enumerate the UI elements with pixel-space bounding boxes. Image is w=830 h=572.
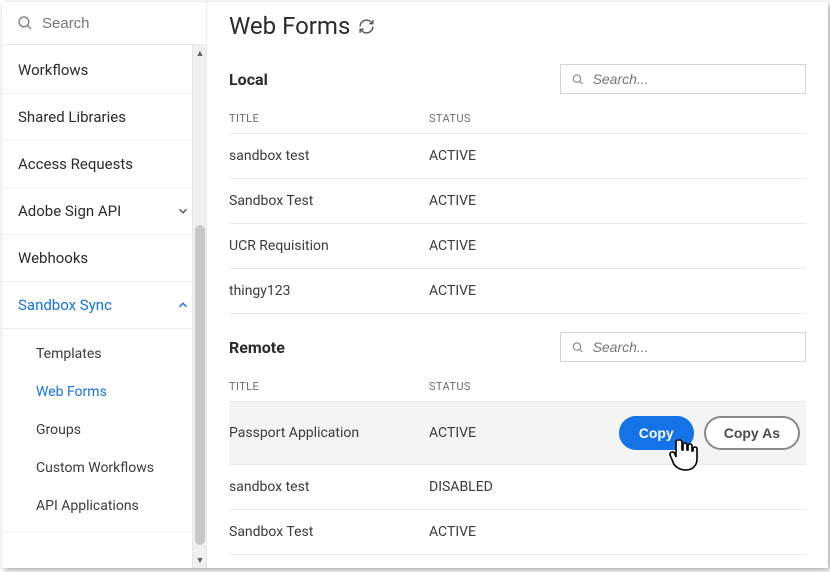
sub-item-api-applications[interactable]: API Applications <box>2 487 206 525</box>
col-header-title: TITLE <box>229 380 429 393</box>
table-row[interactable]: UCR Requisition ACTIVE <box>229 224 806 269</box>
cell-title: Passport Application <box>229 425 429 441</box>
local-search-input[interactable] <box>593 71 795 87</box>
search-icon <box>16 14 34 32</box>
nav-label: Shared Libraries <box>18 108 126 126</box>
nav-label: Webhooks <box>18 249 88 267</box>
nav-label: Access Requests <box>18 155 133 173</box>
col-header-status: STATUS <box>429 380 549 393</box>
app-window: Workflows Shared Libraries Access Reques… <box>2 2 828 568</box>
nav-item-access-requests[interactable]: Access Requests <box>2 141 206 188</box>
nav-label: Sandbox Sync <box>18 296 112 314</box>
remote-search[interactable] <box>560 332 806 362</box>
cell-title: UCR Requisition <box>229 238 429 254</box>
refresh-icon[interactable] <box>358 18 375 35</box>
nav-label: Workflows <box>18 61 88 79</box>
nav-item-shared-libraries[interactable]: Shared Libraries <box>2 94 206 141</box>
table-row[interactable]: sandbox test ACTIVE <box>229 134 806 179</box>
local-section-title: Local <box>229 70 268 89</box>
sidebar-scrollbar[interactable]: ▲ ▼ <box>192 45 206 568</box>
table-row[interactable]: Sandbox Test ACTIVE <box>229 510 806 555</box>
sub-item-custom-workflows[interactable]: Custom Workflows <box>2 449 206 487</box>
cell-status: ACTIVE <box>429 238 549 254</box>
page-title-text: Web Forms <box>229 12 350 40</box>
scroll-down-arrow-icon[interactable]: ▼ <box>193 552 206 568</box>
cell-status: ACTIVE <box>429 524 549 540</box>
remote-section-title: Remote <box>229 338 285 357</box>
cell-status: ACTIVE <box>429 148 549 164</box>
cell-title: thingy123 <box>229 283 429 299</box>
table-row[interactable]: thingy123 ACTIVE <box>229 269 806 314</box>
remote-section: Remote TITLE STATUS Passport Application… <box>229 332 806 555</box>
scrollbar-thumb[interactable] <box>195 225 205 545</box>
sub-item-groups[interactable]: Groups <box>2 411 206 449</box>
col-header-status: STATUS <box>429 112 549 125</box>
nav-item-workflows[interactable]: Workflows <box>2 47 206 94</box>
sandbox-sync-sublist: Templates Web Forms Groups Custom Workfl… <box>2 329 206 532</box>
local-search[interactable] <box>560 64 806 94</box>
search-icon <box>571 340 585 355</box>
cell-title: sandbox test <box>229 479 429 495</box>
local-table-head: TITLE STATUS <box>229 104 806 134</box>
remote-search-input[interactable] <box>593 339 795 355</box>
chevron-down-icon <box>176 204 190 218</box>
copy-button[interactable]: Copy <box>619 416 694 450</box>
cell-status: ACTIVE <box>429 425 549 441</box>
chevron-up-icon <box>176 298 190 312</box>
scroll-up-arrow-icon[interactable]: ▲ <box>193 45 206 61</box>
nav-item-adobe-sign-api[interactable]: Adobe Sign API <box>2 188 206 235</box>
cell-title: Sandbox Test <box>229 524 429 540</box>
col-header-title: TITLE <box>229 112 429 125</box>
table-row[interactable]: Sandbox Test ACTIVE <box>229 179 806 224</box>
nav-label: Adobe Sign API <box>18 202 121 220</box>
sub-item-templates[interactable]: Templates <box>2 335 206 373</box>
search-icon <box>571 72 585 87</box>
sidebar: Workflows Shared Libraries Access Reques… <box>2 2 207 568</box>
cell-status: ACTIVE <box>429 283 549 299</box>
sub-item-web-forms[interactable]: Web Forms <box>2 373 206 411</box>
table-row[interactable]: Passport Application ACTIVE Copy Copy As <box>229 402 806 465</box>
sidebar-search[interactable] <box>2 2 206 45</box>
nav-item-sandbox-sync[interactable]: Sandbox Sync <box>2 282 206 329</box>
main-content: Web Forms Local TITLE STATUS sandbox tes… <box>207 2 828 568</box>
cell-title: Sandbox Test <box>229 193 429 209</box>
page-title: Web Forms <box>229 2 806 58</box>
cell-title: sandbox test <box>229 148 429 164</box>
table-row[interactable]: sandbox test DISABLED <box>229 465 806 510</box>
sidebar-scroll-area: Workflows Shared Libraries Access Reques… <box>2 45 206 568</box>
copy-as-button[interactable]: Copy As <box>704 416 800 450</box>
sidebar-search-input[interactable] <box>42 15 192 32</box>
remote-table-head: TITLE STATUS <box>229 372 806 402</box>
cell-status: DISABLED <box>429 479 549 495</box>
nav-item-webhooks[interactable]: Webhooks <box>2 235 206 282</box>
cell-status: ACTIVE <box>429 193 549 209</box>
local-section: Local TITLE STATUS sandbox test ACTIVE S… <box>229 64 806 314</box>
